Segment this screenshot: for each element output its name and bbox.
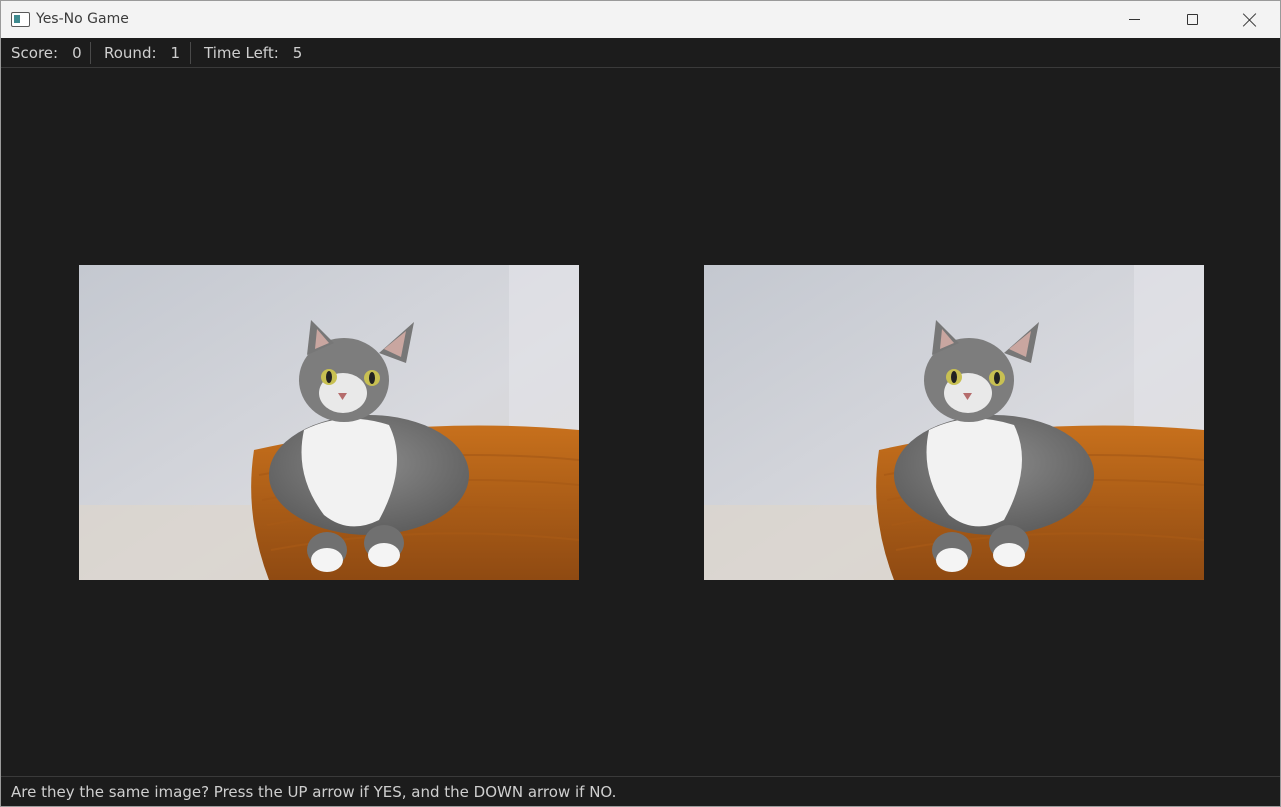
left-image	[79, 265, 579, 580]
close-button[interactable]	[1221, 1, 1279, 38]
maximize-button[interactable]	[1163, 1, 1221, 38]
app-window: Yes-No Game Score: 0 Round: 1 Time Left:…	[0, 0, 1281, 807]
status-divider	[190, 42, 191, 64]
app-icon	[11, 12, 30, 27]
score-label: Score:	[11, 43, 59, 62]
minimize-button[interactable]	[1105, 1, 1163, 38]
instruction-text: Are they the same image? Press the UP ar…	[11, 782, 617, 801]
score-value: 0	[72, 43, 82, 62]
maximize-icon	[1186, 14, 1198, 25]
status-divider	[90, 42, 91, 64]
round-value: 1	[170, 43, 181, 62]
time-left-label: Time Left:	[204, 43, 279, 62]
right-image	[704, 265, 1204, 580]
time-left-field: Time Left: 5	[204, 38, 302, 67]
round-label: Round:	[104, 43, 157, 62]
instruction-bar: Are they the same image? Press the UP ar…	[1, 776, 1280, 806]
close-icon	[1243, 13, 1257, 27]
title-bar[interactable]: Yes-No Game	[1, 1, 1280, 38]
score-field: Score: 0	[11, 38, 82, 67]
round-field: Round: 1	[104, 38, 180, 67]
minimize-icon	[1128, 19, 1140, 20]
time-left-value: 5	[292, 43, 303, 62]
window-title: Yes-No Game	[36, 11, 129, 27]
cat-photo-right	[704, 265, 1204, 580]
status-bar: Score: 0 Round: 1 Time Left: 5	[1, 38, 1280, 68]
cat-photo-left	[79, 265, 579, 580]
